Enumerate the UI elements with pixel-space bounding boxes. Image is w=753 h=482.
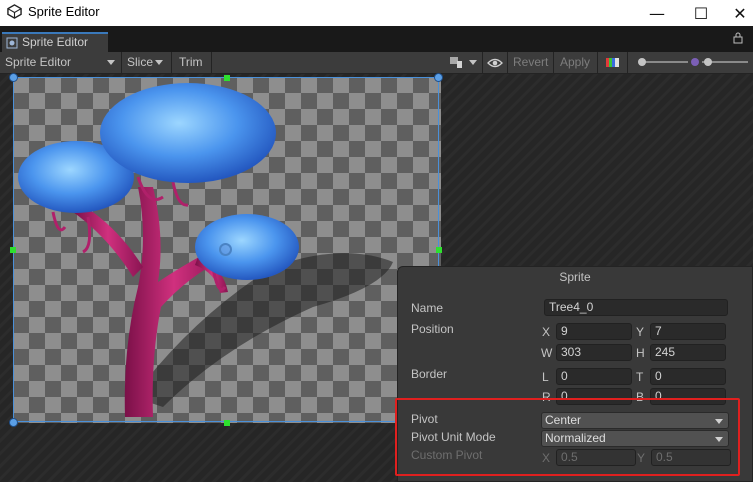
close-button[interactable]: ✕ [717, 0, 753, 26]
resize-handle-right[interactable] [436, 247, 442, 253]
x-label: X [542, 325, 551, 339]
trim-label: Trim [179, 55, 203, 69]
color-channel-toggle[interactable] [598, 52, 628, 73]
size-h-field[interactable]: 245 [650, 344, 726, 361]
resize-handle-top[interactable] [224, 75, 230, 81]
sprite-editor-toolbar: Sprite Editor Slice Trim Revert Apply [0, 52, 753, 74]
sprite-editor-tab-icon [6, 37, 18, 49]
tab-label: Sprite Editor [22, 35, 89, 49]
trim-button[interactable]: Trim [172, 52, 212, 73]
color-channel-icon [606, 58, 619, 68]
maximize-icon: ☐ [693, 3, 709, 23]
name-label: Name [411, 301, 444, 315]
unity-logo-icon [7, 4, 22, 19]
close-icon: ✕ [733, 3, 747, 23]
revert-label: Revert [513, 55, 549, 69]
border-t-field[interactable]: 0 [650, 368, 726, 385]
position-x-field[interactable]: 9 [556, 323, 632, 340]
minimize-button[interactable]: — [634, 0, 680, 26]
window-title: Sprite Editor [28, 4, 100, 19]
panel-title: Sprite [559, 270, 591, 284]
resize-handle-top-right[interactable] [434, 73, 443, 82]
size-w-field[interactable]: 303 [556, 344, 632, 361]
brush-icon [450, 56, 462, 68]
mode-dropdown-label: Sprite Editor [5, 55, 72, 69]
tab-sprite-editor[interactable]: Sprite Editor [2, 32, 108, 52]
border-label: Border [411, 367, 448, 381]
resize-handle-bottom[interactable] [224, 420, 230, 426]
apply-button[interactable]: Apply [554, 52, 598, 73]
resize-handle-top-left[interactable] [9, 73, 18, 82]
w-label: W [541, 346, 553, 360]
eye-icon [487, 58, 503, 67]
chevron-down-icon [469, 60, 478, 66]
brush-dropdown[interactable] [445, 52, 483, 73]
l-label: L [542, 370, 549, 384]
t-label: T [636, 370, 644, 384]
pivot-handle[interactable] [219, 243, 232, 256]
resize-handle-left[interactable] [10, 247, 16, 253]
h-label: H [636, 346, 645, 360]
eye-toggle[interactable] [483, 52, 508, 73]
mode-dropdown[interactable]: Sprite Editor [0, 52, 122, 73]
minimize-icon: — [649, 3, 665, 23]
slice-label: Slice [127, 55, 154, 69]
y-label: Y [636, 325, 645, 339]
pivot-settings-highlight [395, 398, 740, 476]
apply-label: Apply [560, 55, 591, 69]
name-field[interactable]: Tree4_0 [544, 299, 728, 316]
tab-bar: Sprite Editor [0, 26, 753, 52]
chevron-down-icon [155, 60, 164, 66]
window-titlebar: Sprite Editor — ☐ ✕ [0, 0, 753, 26]
slice-button[interactable]: Slice [122, 52, 172, 73]
chevron-down-icon [107, 60, 115, 65]
revert-button[interactable]: Revert [508, 52, 554, 73]
position-label: Position [411, 322, 454, 336]
zoom-mip-sliders [628, 52, 753, 73]
border-l-field[interactable]: 0 [556, 368, 632, 385]
resize-handle-bottom-left[interactable] [9, 418, 18, 427]
zoom-slider-icon[interactable] [628, 52, 753, 73]
lock-icon[interactable] [733, 32, 743, 44]
position-y-field[interactable]: 7 [650, 323, 726, 340]
